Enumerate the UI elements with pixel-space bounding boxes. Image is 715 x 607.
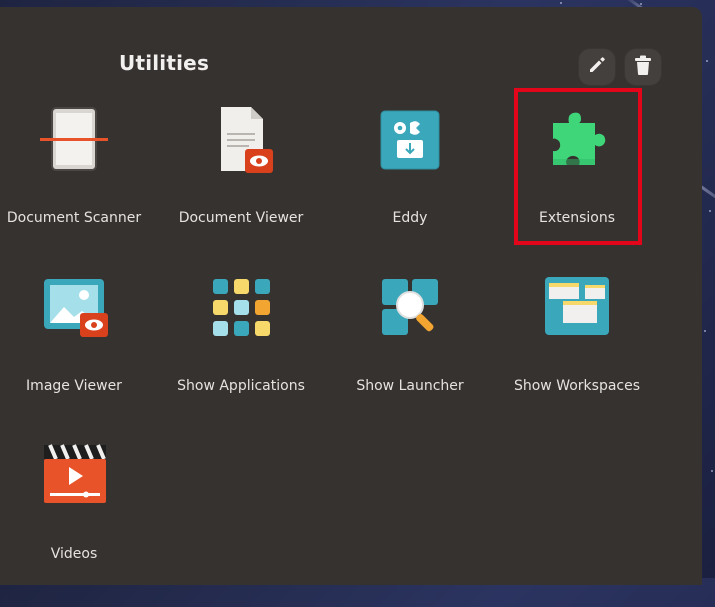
highlight-box	[514, 88, 642, 245]
app-label: Show Workspaces	[513, 378, 641, 394]
workspaces-icon	[537, 273, 617, 349]
app-tile-show-launcher[interactable]: Show Launcher	[326, 273, 494, 439]
folder-popover: Utilities Document Scanner Document View…	[0, 7, 702, 585]
eddy-package-icon	[370, 105, 450, 181]
app-tile-eddy[interactable]: Eddy	[326, 105, 494, 271]
app-tile-image-viewer[interactable]: Image Viewer	[0, 273, 158, 439]
app-tile-document-viewer[interactable]: Document Viewer	[157, 105, 325, 271]
app-label: Show Launcher	[356, 378, 464, 394]
app-label: Document Viewer	[178, 210, 304, 226]
app-grid-icon	[201, 273, 281, 349]
app-tile-document-scanner[interactable]: Document Scanner	[0, 105, 158, 271]
app-label: Image Viewer	[26, 378, 122, 394]
scanner-icon	[34, 105, 114, 181]
video-clapper-icon	[34, 441, 114, 517]
trash-icon	[633, 54, 653, 80]
document-viewer-icon	[201, 105, 281, 181]
edit-folder-button[interactable]	[578, 48, 616, 86]
app-label: Eddy	[392, 210, 428, 226]
app-tile-videos[interactable]: Videos	[0, 441, 158, 607]
app-label: Videos	[50, 546, 98, 562]
app-tile-show-workspaces[interactable]: Show Workspaces	[493, 273, 661, 439]
app-tile-show-applications[interactable]: Show Applications	[157, 273, 325, 439]
app-label: Document Scanner	[6, 210, 142, 226]
launcher-search-icon	[370, 273, 450, 349]
image-viewer-icon	[34, 273, 114, 349]
delete-folder-button[interactable]	[624, 48, 662, 86]
folder-title: Utilities	[119, 51, 210, 75]
pencil-icon	[586, 54, 608, 80]
app-label: Show Applications	[177, 378, 305, 394]
